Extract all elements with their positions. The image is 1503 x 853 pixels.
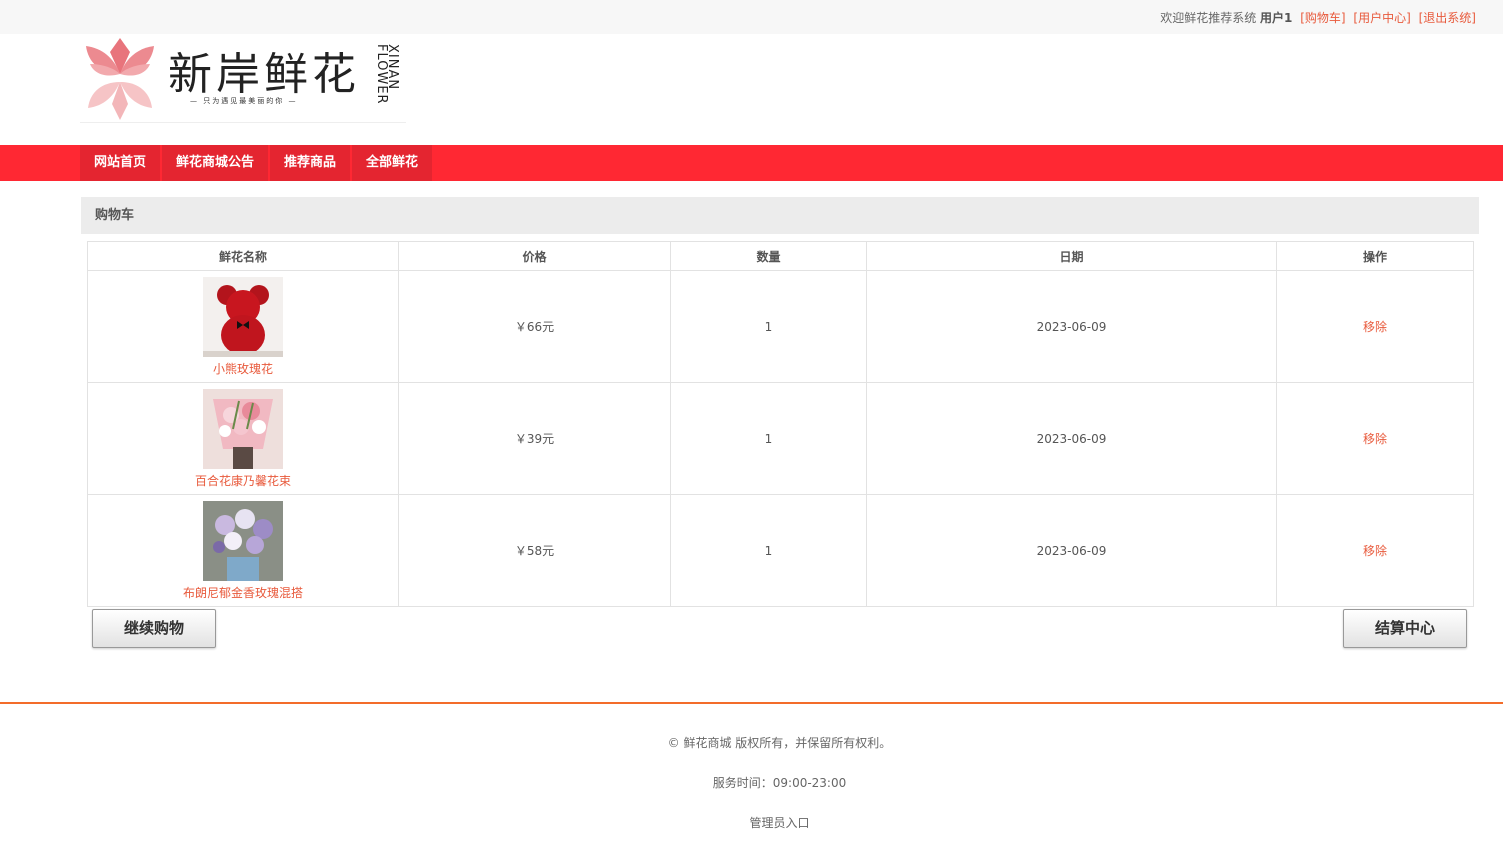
cell-price: ￥58元 xyxy=(398,494,671,607)
cell-action: 移除 xyxy=(1276,382,1474,495)
cell-price: ￥39元 xyxy=(398,382,671,495)
cell-product: 百合花康乃馨花束 xyxy=(87,382,399,495)
tulip-rose-mix-image[interactable] xyxy=(203,500,283,581)
column-header-qty: 数量 xyxy=(670,241,867,271)
cell-product: 布朗尼郁金香玫瑰混搭 xyxy=(87,494,399,607)
nav-all-flowers[interactable]: 全部鲜花 xyxy=(352,145,433,181)
footer-copyright: © 鲜花商城 版权所有，并保留所有权利。 xyxy=(667,736,892,750)
cell-qty: 1 xyxy=(670,494,867,607)
nav-announcements[interactable]: 鲜花商城公告 xyxy=(162,145,269,181)
teddy-rose-image[interactable] xyxy=(203,276,283,357)
username: 用户1 xyxy=(1260,11,1293,25)
table-header-row: 鲜花名称 价格 数量 日期 操作 xyxy=(87,241,1474,271)
cell-product: 小熊玫瑰花 xyxy=(87,270,399,383)
column-header-date: 日期 xyxy=(866,241,1277,271)
cart-link[interactable]: [购物车] xyxy=(1300,11,1345,25)
cell-price: ￥66元 xyxy=(398,270,671,383)
lotus-icon xyxy=(86,38,154,120)
continue-shopping-button[interactable]: 继续购物 xyxy=(92,609,216,648)
logo-title-cn: 新岸鲜花 xyxy=(168,49,360,100)
cell-qty: 1 xyxy=(670,382,867,495)
table-row: 布朗尼郁金香玫瑰混搭 ￥58元 1 2023-06-09 移除 xyxy=(87,494,1474,607)
product-name[interactable]: 布朗尼郁金香玫瑰混搭 xyxy=(183,586,303,600)
cart-title: 购物车 xyxy=(81,197,1479,234)
welcome-text: 欢迎鲜花推荐系统 xyxy=(1160,11,1257,25)
column-header-action: 操作 xyxy=(1276,241,1474,271)
column-header-price: 价格 xyxy=(398,241,671,271)
top-bar: 欢迎鲜花推荐系统 用户1 [购物车] [用户中心] [退出系统] xyxy=(0,0,1503,34)
footer-hours: 服务时间：09:00-23:00 xyxy=(712,776,847,790)
cell-date: 2023-06-09 xyxy=(866,382,1277,495)
nav-home[interactable]: 网站首页 xyxy=(80,145,161,181)
product-name[interactable]: 小熊玫瑰花 xyxy=(213,362,273,376)
logo-tagline: — 只为遇见最美丽的你 — xyxy=(190,97,298,105)
checkout-button[interactable]: 结算中心 xyxy=(1343,609,1467,648)
user-center-link[interactable]: [用户中心] xyxy=(1353,11,1410,25)
product-name[interactable]: 百合花康乃馨花束 xyxy=(195,474,291,488)
table-row: 百合花康乃馨花束 ￥39元 1 2023-06-09 移除 xyxy=(87,382,1474,495)
cell-date: 2023-06-09 xyxy=(866,270,1277,383)
cell-date: 2023-06-09 xyxy=(866,494,1277,607)
footer-divider xyxy=(0,702,1503,704)
remove-link[interactable]: 移除 xyxy=(1363,544,1387,558)
logo-title-en: XINAN FLOWER xyxy=(374,44,400,105)
cell-action: 移除 xyxy=(1276,494,1474,607)
admin-entry-link[interactable]: 管理员入口 xyxy=(28,814,1503,831)
lily-carnation-bouquet-image[interactable] xyxy=(203,388,283,469)
nav-recommended[interactable]: 推荐商品 xyxy=(270,145,351,181)
cart-table: 鲜花名称 价格 数量 日期 操作 小熊玫瑰花 ￥66元 1 2023-06-09… xyxy=(87,241,1474,607)
remove-link[interactable]: 移除 xyxy=(1363,320,1387,334)
column-header-name: 鲜花名称 xyxy=(87,241,399,271)
top-bar-links: 欢迎鲜花推荐系统 用户1 [购物车] [用户中心] [退出系统] xyxy=(1160,9,1476,26)
main-nav: 网站首页 鲜花商城公告 推荐商品 全部鲜花 xyxy=(0,145,1503,181)
logout-link[interactable]: [退出系统] xyxy=(1419,11,1476,25)
cell-action: 移除 xyxy=(1276,270,1474,383)
site-logo[interactable]: 新岸鲜花 XINAN FLOWER — 只为遇见最美丽的你 — xyxy=(80,34,406,123)
table-row: 小熊玫瑰花 ￥66元 1 2023-06-09 移除 xyxy=(87,270,1474,383)
cell-qty: 1 xyxy=(670,270,867,383)
remove-link[interactable]: 移除 xyxy=(1363,432,1387,446)
